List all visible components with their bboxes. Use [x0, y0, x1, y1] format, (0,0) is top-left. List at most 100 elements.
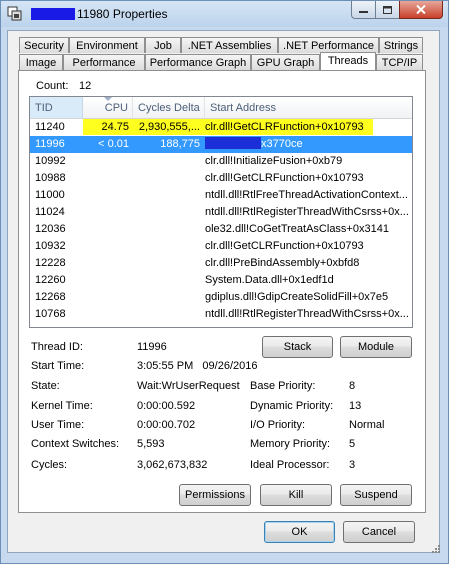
memory-priority-value: 5: [349, 438, 356, 450]
dynamic-priority-value: 13: [349, 400, 362, 412]
cell-start-address: System.Data.dll+0x1edf1d: [205, 274, 334, 286]
ok-button[interactable]: OK: [264, 521, 335, 543]
tab-threads[interactable]: Threads: [320, 52, 376, 70]
cell-start-address: ole32.dll!CoGetTreatAsClass+0x3141: [205, 223, 389, 235]
start-time-value: 3:05:55 PM 09/26/2016: [137, 360, 258, 372]
window-title: 11980 Properties: [77, 7, 168, 21]
cell-tid: 11024: [35, 206, 65, 218]
cancel-button[interactable]: Cancel: [343, 521, 415, 543]
tab-security[interactable]: Security: [19, 37, 69, 53]
tab-job[interactable]: Job: [145, 37, 181, 53]
table-row[interactable]: 10992 clr.dll!InitializeFusion+0xb79: [30, 153, 412, 170]
base-priority-label: Base Priority:: [250, 380, 316, 392]
cell-tid: 10992: [35, 155, 66, 167]
tab-gpu-graph[interactable]: GPU Graph: [251, 54, 320, 70]
cell-start-address: ntdll.dll!RtlFreeThreadActivationContext…: [205, 189, 408, 201]
cell-cpu: 24.75: [101, 121, 129, 133]
cell-start-address: clr.dll!GetCLRFunction+0x10793: [205, 121, 364, 133]
table-row[interactable]: 11000 ntdll.dll!RtlFreeThreadActivationC…: [30, 187, 412, 204]
cell-start-address: x3770ce: [205, 136, 409, 153]
context-switches-label: Context Switches:: [31, 438, 120, 450]
tab-performance[interactable]: Performance: [63, 54, 145, 70]
close-icon: [416, 5, 426, 14]
user-time-label: User Time:: [31, 419, 85, 431]
tab-net-performance[interactable]: .NET Performance: [278, 37, 379, 53]
table-row[interactable]: 11024 ntdll.dll!RtlRegisterThreadWithCsr…: [30, 204, 412, 221]
table-row[interactable]: 12228 clr.dll!PreBindAssembly+0xbfd8: [30, 255, 412, 272]
module-button[interactable]: Module: [340, 336, 412, 358]
maximize-button[interactable]: [375, 1, 400, 19]
tab-tcp-ip[interactable]: TCP/IP: [376, 54, 423, 70]
cell-tid: 12260: [35, 274, 66, 286]
kill-button[interactable]: Kill: [260, 484, 332, 506]
tab-environment[interactable]: Environment: [69, 37, 145, 53]
cell-tid: 11000: [35, 189, 65, 201]
cell-tid: 12228: [35, 257, 66, 269]
cell-start-address: clr.dll!GetCLRFunction+0x10793: [205, 240, 364, 252]
redacted-module-name: [205, 137, 261, 149]
table-row[interactable]: 12268 gdiplus.dll!GdipCreateSolidFill+0x…: [30, 289, 412, 306]
cell-tid: 10932: [35, 240, 66, 252]
tab-performance-graph[interactable]: Performance Graph: [145, 54, 251, 70]
start-time-label: Start Time:: [31, 360, 85, 372]
close-button[interactable]: [399, 1, 443, 19]
io-priority-value: Normal: [349, 419, 385, 431]
suspend-button[interactable]: Suspend: [340, 484, 412, 506]
memory-priority-label: Memory Priority:: [250, 438, 331, 450]
base-priority-value: 8: [349, 380, 356, 392]
cell-start-address: clr.dll!InitializeFusion+0xb79: [205, 155, 343, 167]
cell-tid: 11996: [35, 138, 65, 150]
process-explorer-icon: [7, 6, 22, 21]
tab-strings[interactable]: Strings: [379, 37, 423, 53]
table-row[interactable]: 10768 ntdll.dll!RtlRegisterThreadWithCsr…: [30, 306, 412, 323]
start-address-suffix: x3770ce: [261, 138, 303, 150]
table-row[interactable]: 12260 System.Data.dll+0x1edf1d: [30, 272, 412, 289]
resize-grip-icon[interactable]: [431, 544, 441, 554]
cell-cpu: < 0.01: [98, 138, 129, 150]
cell-start-address: ntdll.dll!RtlRegisterThreadWithCsrss+0x.…: [205, 206, 409, 218]
io-priority-label: I/O Priority:: [250, 419, 306, 431]
cell-tid: 12036: [35, 223, 66, 235]
ideal-processor-value: 3: [349, 459, 356, 471]
user-time-value: 0:00:00.702: [137, 419, 196, 431]
thread-id-value: 11996: [137, 341, 167, 353]
title-bar[interactable]: 11980 Properties: [1, 1, 448, 27]
cell-start-address: clr.dll!PreBindAssembly+0xbfd8: [205, 257, 360, 269]
cell-tid: 10768: [35, 308, 66, 320]
redacted-process-name: [31, 8, 75, 20]
maximize-icon: [383, 5, 392, 14]
table-row[interactable]: 11240 24.75 2,930,555,... clr.dll!GetCLR…: [30, 119, 412, 136]
cell-tid: 12268: [35, 291, 66, 303]
context-switches-value: 5,593: [137, 438, 165, 450]
sort-descending-icon: [104, 97, 112, 101]
count-label: Count:: [36, 80, 69, 92]
cell-cycles-delta: 2,930,555,...: [138, 121, 200, 133]
minimize-icon: [359, 10, 368, 13]
table-row[interactable]: 12036 ole32.dll!CoGetTreatAsClass+0x3141: [30, 221, 412, 238]
column-header-tid[interactable]: TID: [30, 97, 83, 118]
kernel-time-label: Kernel Time:: [31, 400, 93, 412]
ideal-processor-label: Ideal Processor:: [250, 459, 330, 471]
cell-tid: 10988: [35, 172, 66, 184]
permissions-button[interactable]: Permissions: [179, 484, 251, 506]
minimize-button[interactable]: [351, 1, 376, 19]
table-row[interactable]: 10932 clr.dll!GetCLRFunction+0x10793: [30, 238, 412, 255]
cell-start-address: clr.dll!GetCLRFunction+0x10793: [205, 172, 364, 184]
column-header-start-address[interactable]: Start Address: [205, 97, 412, 118]
cell-tid: 11240: [35, 121, 65, 133]
cycles-label: Cycles:: [31, 459, 68, 471]
threads-list[interactable]: TID CPU Cycles Delta Start Address 11240…: [29, 96, 413, 328]
tab-net-assemblies[interactable]: .NET Assemblies: [181, 37, 278, 53]
state-label: State:: [31, 380, 60, 392]
column-header-cycles-delta[interactable]: Cycles Delta: [133, 97, 205, 118]
column-header-cpu[interactable]: CPU: [83, 97, 133, 118]
table-row-selected[interactable]: 11996 < 0.01 188,775 x3770ce: [30, 136, 412, 153]
thread-id-label: Thread ID:: [31, 341, 83, 353]
list-header: TID CPU Cycles Delta Start Address: [30, 97, 412, 119]
table-row[interactable]: 10988 clr.dll!GetCLRFunction+0x10793: [30, 170, 412, 187]
count-value: 12: [79, 80, 92, 92]
tab-image[interactable]: Image: [19, 54, 63, 70]
cell-cycles-delta: 188,775: [160, 138, 200, 150]
stack-button[interactable]: Stack: [262, 336, 333, 358]
cycles-value: 3,062,673,832: [137, 459, 208, 471]
